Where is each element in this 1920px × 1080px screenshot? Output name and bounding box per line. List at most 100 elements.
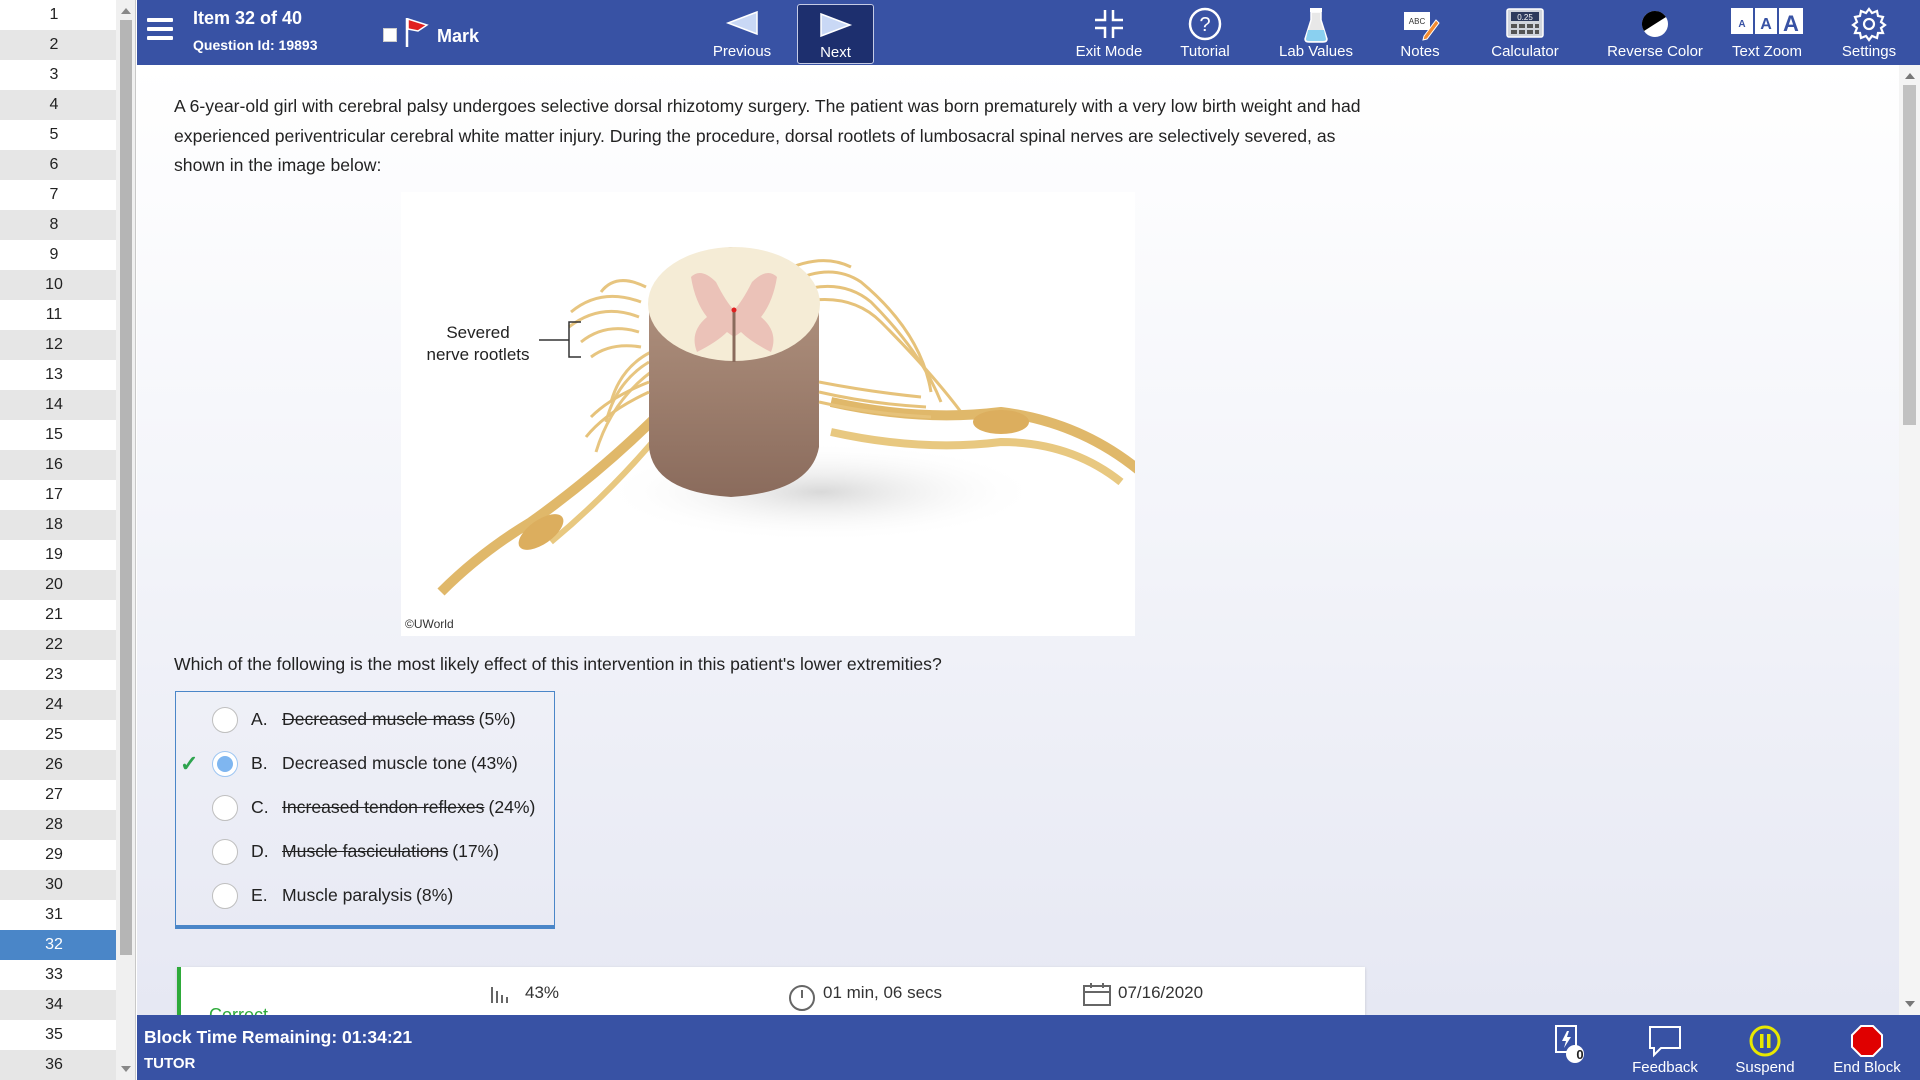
answer-choice-a[interactable]: A. Decreased muscle mass (5%) [176, 696, 554, 740]
nav-item-10[interactable]: 10 [0, 270, 116, 300]
nav-item-25[interactable]: 25 [0, 720, 116, 750]
suspend-label: Suspend [1735, 1059, 1795, 1076]
nav-item-3[interactable]: 3 [0, 60, 116, 90]
nav-item-33[interactable]: 33 [0, 960, 116, 990]
nav-item-14[interactable]: 14 [0, 390, 116, 420]
scroll-up-arrow-icon[interactable] [121, 8, 131, 14]
time-value: 01 min, 06 secs [823, 983, 943, 1002]
answer-radio[interactable] [212, 795, 238, 821]
answer-choice-c[interactable]: C. Increased tendon reflexes (24%) [176, 784, 554, 828]
scroll-up-arrow-icon[interactable] [1905, 73, 1915, 79]
settings-button[interactable]: Settings [1827, 0, 1911, 65]
nav-item-5[interactable]: 5 [0, 120, 116, 150]
feedback-button[interactable]: Feedback [1617, 1015, 1713, 1080]
nav-item-8[interactable]: 8 [0, 210, 116, 240]
nav-item-28[interactable]: 28 [0, 810, 116, 840]
answer-choice-e[interactable]: E. Muscle paralysis (8%) [176, 872, 554, 916]
calculator-button[interactable]: 0.25 Calculator [1477, 0, 1573, 65]
answer-text: Increased tendon reflexes [282, 797, 485, 817]
scroll-down-arrow-icon[interactable] [121, 1066, 131, 1072]
nav-item-number: 31 [45, 906, 63, 923]
nav-item-26[interactable]: 26 [0, 750, 116, 780]
tutorial-label: Tutorial [1180, 43, 1230, 60]
answer-radio[interactable] [212, 751, 238, 777]
nav-item-21[interactable]: 21 [0, 600, 116, 630]
nav-item-24[interactable]: 24 [0, 690, 116, 720]
nav-item-22[interactable]: 22 [0, 630, 116, 660]
flag-icon[interactable] [403, 16, 429, 48]
mark-checkbox[interactable] [383, 28, 397, 42]
arrow-right-icon [819, 12, 852, 38]
nav-item-34[interactable]: 34 [0, 990, 116, 1020]
suspend-button[interactable]: Suspend [1715, 1015, 1815, 1080]
nav-item-31[interactable]: 31 [0, 900, 116, 930]
answer-choices: A. Decreased muscle mass (5%) ✓ B. Decreased … [175, 691, 555, 929]
nav-item-4[interactable]: 4 [0, 90, 116, 120]
nav-item-12[interactable]: 12 [0, 330, 116, 360]
nav-item-18[interactable]: 18 [0, 510, 116, 540]
nav-item-13[interactable]: 13 [0, 360, 116, 390]
lab-values-button[interactable]: Lab Values [1269, 0, 1363, 65]
scrollbar-thumb[interactable] [1903, 85, 1916, 425]
answer-radio[interactable] [212, 883, 238, 909]
notes-button[interactable]: ABC Notes [1384, 0, 1456, 65]
nav-item-17[interactable]: 17 [0, 480, 116, 510]
previous-button[interactable]: Previous [702, 0, 782, 65]
answer-letter: A. [251, 709, 268, 729]
nav-item-23[interactable]: 23 [0, 660, 116, 690]
text-zoom-button[interactable]: A A A Text Zoom [1721, 0, 1813, 65]
nav-item-number: 21 [45, 606, 63, 623]
nav-item-9[interactable]: 9 [0, 240, 116, 270]
exit-mode-button[interactable]: Exit Mode [1066, 0, 1152, 65]
nav-item-11[interactable]: 11 [0, 300, 116, 330]
help-icon: ? [1188, 7, 1222, 41]
end-block-button[interactable]: End Block [1817, 1015, 1917, 1080]
nav-item-number: 18 [45, 516, 63, 533]
reverse-color-button[interactable]: Reverse Color [1589, 0, 1721, 65]
answer-choice-b[interactable]: ✓ B. Decreased muscle tone (43%) [176, 740, 554, 784]
navigator-scrollbar[interactable] [116, 0, 136, 1080]
calculator-icon [1506, 8, 1544, 38]
scroll-down-arrow-icon[interactable] [1905, 1001, 1915, 1007]
nav-item-36[interactable]: 36 [0, 1050, 116, 1080]
mark-label[interactable]: Mark [437, 26, 479, 47]
nav-item-6[interactable]: 6 [0, 150, 116, 180]
speech-bubble-icon [1649, 1026, 1681, 1058]
next-label: Next [820, 44, 851, 61]
hamburger-menu-icon[interactable] [147, 18, 173, 40]
bottom-toolbar: Block Time Remaining: 01:34:21 TUTOR 0 F… [137, 1015, 1920, 1080]
content-scrollbar[interactable] [1899, 65, 1920, 1015]
date-value: 07/16/2020 [1118, 983, 1204, 1002]
nav-item-15[interactable]: 15 [0, 420, 116, 450]
text-zoom-label: Text Zoom [1731, 43, 1803, 60]
calculator-display: 0.25 [1517, 13, 1533, 22]
nav-item-19[interactable]: 19 [0, 540, 116, 570]
next-button[interactable]: Next [797, 4, 874, 64]
nav-item-2[interactable]: 2 [0, 30, 116, 60]
nav-item-35[interactable]: 35 [0, 1020, 116, 1050]
svg-text:ABC: ABC [1409, 17, 1426, 26]
flashcard-button[interactable]: 0 [1538, 1015, 1598, 1080]
nav-item-number: 20 [45, 576, 63, 593]
nav-item-20[interactable]: 20 [0, 570, 116, 600]
nav-item-7[interactable]: 7 [0, 180, 116, 210]
lab-values-label: Lab Values [1279, 43, 1353, 60]
nav-item-29[interactable]: 29 [0, 840, 116, 870]
answer-choice-d[interactable]: D. Muscle fasciculations (17%) [176, 828, 554, 872]
tutorial-button[interactable]: ? Tutorial [1169, 0, 1241, 65]
nav-item-27[interactable]: 27 [0, 780, 116, 810]
nav-item-30[interactable]: 30 [0, 870, 116, 900]
answer-percent: (24%) [488, 797, 536, 817]
scrollbar-thumb[interactable] [120, 20, 132, 955]
figure-label-line2: nerve rootlets [426, 345, 530, 364]
nav-item-16[interactable]: 16 [0, 450, 116, 480]
nav-item-number: 8 [49, 216, 59, 233]
nav-item-32[interactable]: 32 [0, 930, 116, 960]
answer-letter: E. [251, 885, 268, 905]
nav-item-number: 32 [45, 936, 63, 953]
reverse-color-label: Reverse Color [1607, 43, 1703, 60]
clock-icon [789, 985, 815, 1011]
answer-radio[interactable] [212, 839, 238, 865]
answer-radio[interactable] [212, 707, 238, 733]
nav-item-1[interactable]: 1 [0, 0, 116, 30]
